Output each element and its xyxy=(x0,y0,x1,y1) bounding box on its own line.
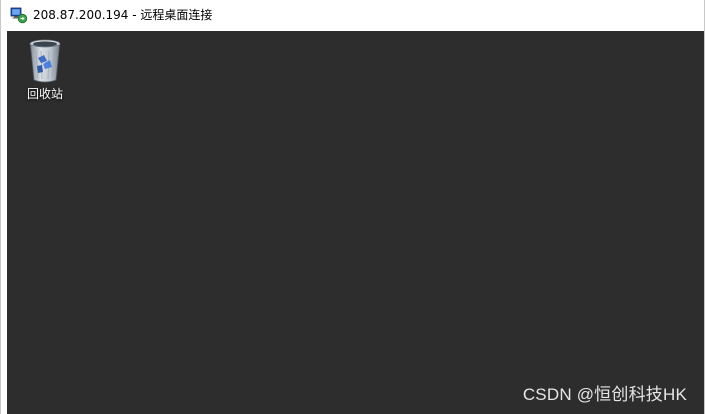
watermark-text: CSDN @恒创科技HK xyxy=(522,385,687,404)
window-title: 208.87.200.194 - 远程桌面连接 xyxy=(33,8,213,22)
recycle-bin-icon xyxy=(29,39,61,83)
desktop-icon-label: 回收站 xyxy=(26,87,63,101)
remote-desktop-icon xyxy=(10,7,28,24)
title-bar[interactable]: 208.87.200.194 - 远程桌面连接 xyxy=(1,0,704,31)
remote-desktop-area[interactable]: 回收站 CSDN @恒创科技HK xyxy=(7,31,704,414)
desktop-icon-recycle-bin[interactable]: 回收站 xyxy=(19,38,71,101)
remote-desktop-window: 208.87.200.194 - 远程桌面连接 回收站 CSDN @恒创科技HK xyxy=(0,0,705,414)
